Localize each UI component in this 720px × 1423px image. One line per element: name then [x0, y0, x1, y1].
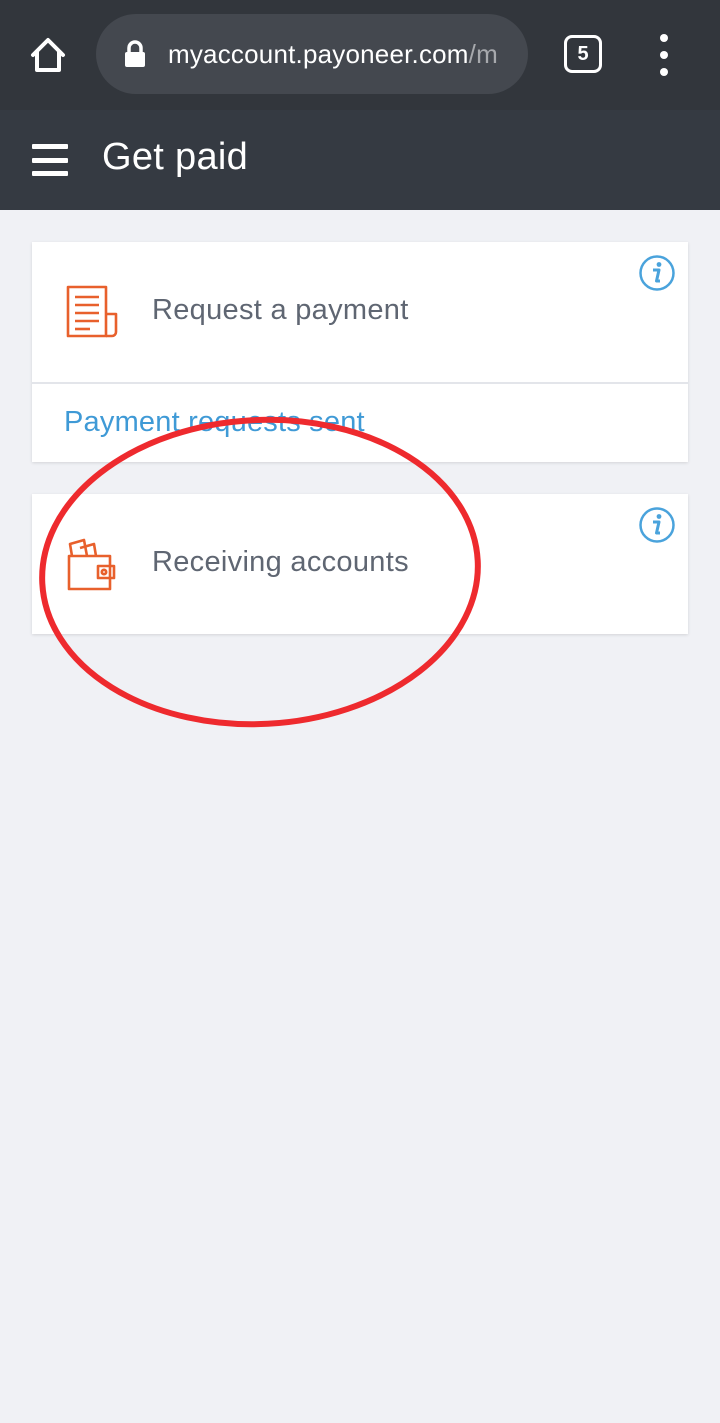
info-icon[interactable] [638, 506, 676, 544]
card-divider [32, 382, 688, 384]
request-payment-card: Request a payment Payment requests sent [32, 242, 688, 462]
home-button[interactable] [22, 30, 74, 80]
receiving-accounts-row[interactable]: Receiving accounts [32, 494, 688, 634]
url-domain: myaccount.payoneer.com [168, 38, 469, 69]
tab-switcher-button[interactable]: 5 [564, 35, 602, 73]
home-icon [31, 38, 65, 72]
payment-requests-sent-link[interactable]: Payment requests sent [64, 406, 365, 439]
info-icon[interactable] [638, 254, 676, 292]
receiving-accounts-label: Receiving accounts [152, 546, 409, 578]
request-payment-row[interactable]: Request a payment [32, 242, 688, 382]
url-path: /m [468, 38, 498, 69]
more-options-icon[interactable] [648, 34, 680, 76]
url-text: myaccount.payoneer.com/m [168, 39, 498, 70]
wallet-icon [67, 538, 116, 591]
annotation-circle [39, 416, 481, 728]
address-bar[interactable]: myaccount.payoneer.com/m [96, 14, 528, 94]
receiving-accounts-card: Receiving accounts [32, 494, 688, 634]
hamburger-menu-icon[interactable] [32, 144, 68, 176]
page-title: Get paid [102, 136, 249, 178]
document-icon [66, 285, 118, 338]
app-header: Get paid [0, 110, 720, 210]
request-payment-label: Request a payment [152, 294, 409, 326]
lock-icon [125, 40, 145, 67]
browser-toolbar: myaccount.payoneer.com/m 5 [0, 0, 720, 110]
